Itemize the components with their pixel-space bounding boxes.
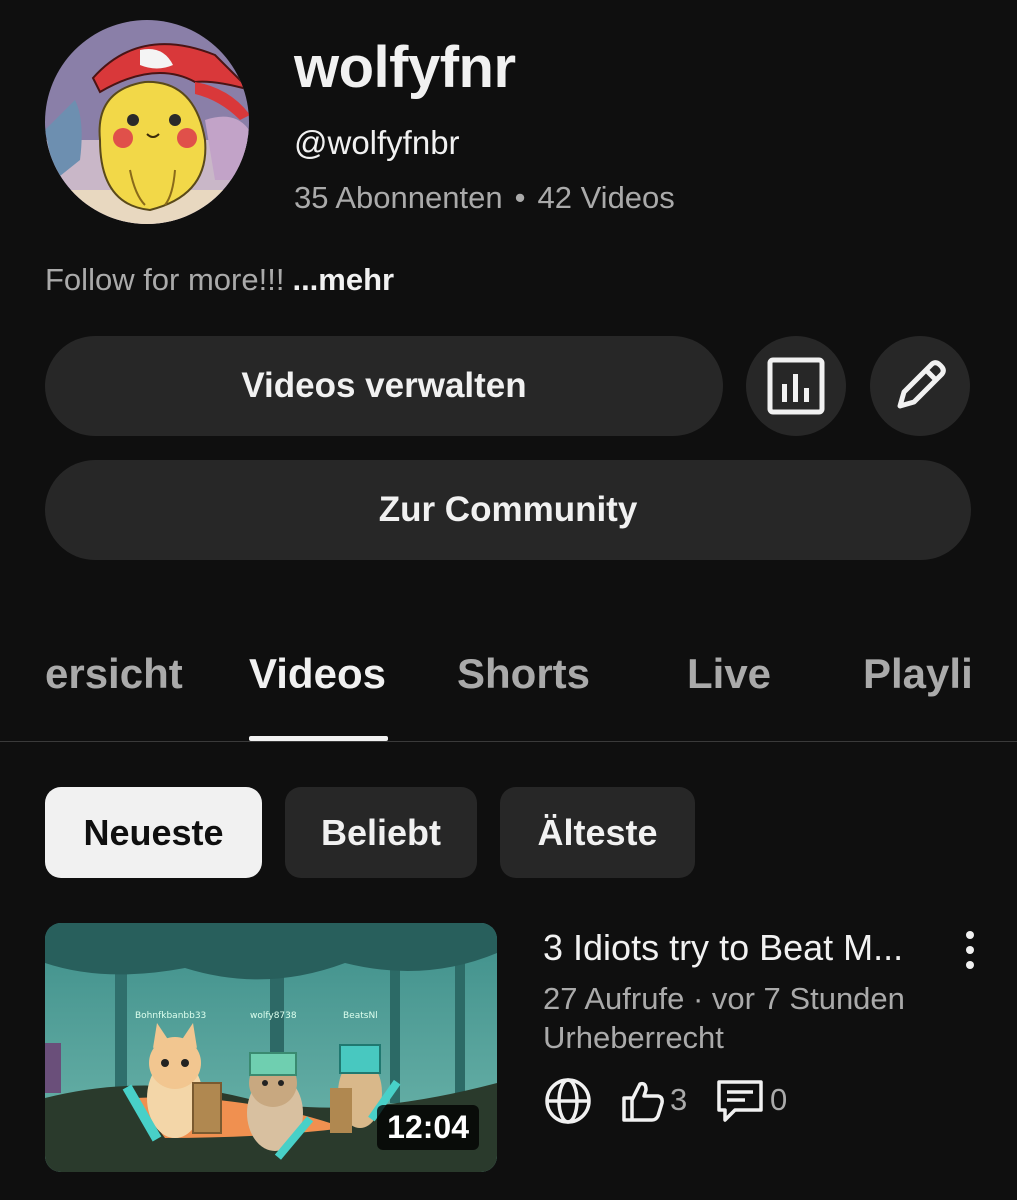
tab-videos[interactable]: Videos <box>249 650 386 698</box>
player-name-3: BeatsNl <box>343 1011 378 1021</box>
stats-separator: • <box>514 180 526 215</box>
like-icon <box>622 1081 664 1122</box>
filter-chip-oldest[interactable]: Älteste <box>500 787 695 878</box>
video-rights: Urheberrecht <box>543 1020 724 1055</box>
community-button[interactable]: Zur Community <box>45 460 971 560</box>
tab-playlists[interactable]: Playli <box>863 650 973 698</box>
tab-overview[interactable]: ersicht <box>45 650 183 698</box>
filter-chip-popular[interactable]: Beliebt <box>285 787 477 878</box>
globe-icon <box>545 1078 591 1124</box>
video-meta: 27 Aufrufe · vor 7 Stunden <box>543 981 905 1016</box>
pencil-icon <box>897 360 946 409</box>
channel-stats: 35 Abonnenten • 42 Videos <box>294 180 675 216</box>
player-name-1: Bohnfkbanbb33 <box>135 1011 206 1021</box>
edit-channel-button[interactable] <box>870 336 970 436</box>
comment-icon <box>717 1080 763 1122</box>
analytics-icon <box>767 357 825 415</box>
description-text: Follow for more!!! <box>45 262 285 297</box>
player-name-2: wolfy8738 <box>250 1011 297 1021</box>
video-count: 42 Videos <box>537 180 675 215</box>
like-count: 3 <box>670 1082 688 1117</box>
more-link[interactable]: ...mehr <box>292 262 394 297</box>
video-duration: 12:04 <box>377 1105 479 1150</box>
video-thumbnail[interactable]: Bohnfkbanbb33 wolfy8738 BeatsNl 12:04 <box>45 923 497 1172</box>
channel-handle: @wolfyfnbr <box>294 124 460 161</box>
channel-description[interactable]: Follow for more!!! ...mehr <box>45 262 394 298</box>
subscriber-count: 35 Abonnenten <box>294 180 503 215</box>
more-options-icon[interactable] <box>955 928 985 972</box>
channel-avatar[interactable] <box>45 20 249 224</box>
filter-chip-newest[interactable]: Neueste <box>45 787 262 878</box>
channel-tabs: ersicht Videos Shorts Live Playli <box>0 640 1017 742</box>
tab-live[interactable]: Live <box>687 650 771 698</box>
tab-shorts[interactable]: Shorts <box>457 650 590 698</box>
comment-count: 0 <box>770 1082 788 1117</box>
tabs-divider <box>0 741 1017 742</box>
manage-videos-button[interactable]: Videos verwalten <box>45 336 723 436</box>
channel-name: wolfyfnr <box>294 35 516 100</box>
video-title[interactable]: 3 Idiots try to Beat M... <box>543 927 943 969</box>
analytics-button[interactable] <box>746 336 846 436</box>
